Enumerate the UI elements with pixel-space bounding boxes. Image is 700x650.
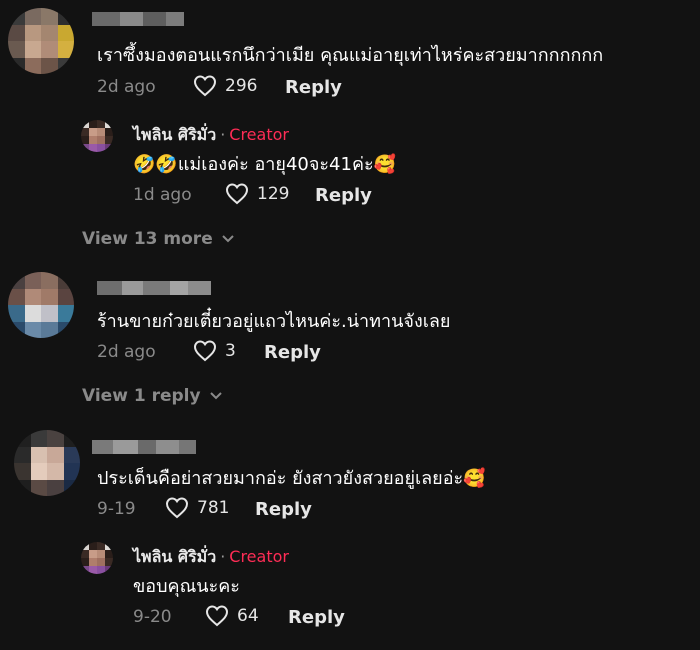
avatar[interactable] [8, 272, 74, 338]
reply-button[interactable]: Reply [264, 342, 321, 363]
heart-icon [165, 497, 189, 519]
view-more-replies-button[interactable]: View 13 more [82, 229, 235, 249]
reply-text: ขอบคุณนะคะ [133, 576, 240, 597]
like-count: 129 [257, 184, 290, 204]
heart-icon [205, 605, 229, 627]
creator-avatar[interactable] [81, 542, 113, 574]
reply-button[interactable]: Reply [285, 77, 342, 98]
reply-button[interactable]: Reply [255, 499, 312, 520]
creator-username[interactable]: ไพลิน ศิริมั่ว [133, 125, 216, 144]
comment-text: เราซึ้งมองตอนแรกนึกว่าเมีย คุณแม่อายุเท่… [97, 45, 604, 66]
username-blurred[interactable] [92, 12, 184, 26]
view-more-label: View 13 more [82, 229, 213, 249]
like-button[interactable]: 64 [205, 605, 259, 627]
blurred-avatar-image [8, 8, 74, 74]
chevron-down-icon [209, 392, 222, 400]
name-separator: · [220, 125, 226, 144]
creator-name-row: ไพลิน ศิริมั่ว · Creator [133, 123, 289, 148]
like-button[interactable]: 3 [193, 340, 236, 362]
heart-icon [193, 340, 217, 362]
reply-timestamp: 9-20 [133, 607, 172, 627]
heart-icon [225, 183, 249, 205]
like-button[interactable]: 781 [165, 497, 229, 519]
comments-panel: เราซึ้งมองตอนแรกนึกว่าเมีย คุณแม่อายุเท่… [0, 0, 700, 650]
reply-text: 🤣🤣แม่เองค่ะ อายุ40จะ41ค่ะ🥰 [133, 154, 397, 175]
blurred-avatar-image [14, 430, 80, 496]
avatar[interactable] [8, 8, 74, 74]
like-count: 296 [225, 76, 258, 96]
name-separator: · [220, 547, 226, 566]
comment-text: ประเด็นคือย่าสวยมากอ่ะ ยังสาวยังสวยอยู่เ… [97, 468, 486, 489]
comment-timestamp: 9-19 [97, 499, 136, 519]
view-more-label: View 1 reply [82, 386, 201, 406]
creator-username[interactable]: ไพลิน ศิริมั่ว [133, 547, 216, 566]
heart-icon [193, 75, 217, 97]
comment-timestamp: 2d ago [97, 342, 156, 362]
comment-timestamp: 2d ago [97, 77, 156, 97]
like-count: 781 [197, 498, 230, 518]
like-count: 64 [237, 606, 259, 626]
like-button[interactable]: 296 [193, 75, 257, 97]
username-blurred[interactable] [92, 440, 196, 454]
creator-badge: Creator [229, 547, 289, 566]
creator-avatar-image [81, 120, 113, 152]
avatar[interactable] [14, 430, 80, 496]
creator-badge: Creator [229, 125, 289, 144]
reply-timestamp: 1d ago [133, 185, 192, 205]
chevron-down-icon [222, 235, 234, 243]
comment-text: ร้านขายก๋วยเตี๋ยวอยู่แถวไหนค่ะ.น่าทานจัง… [97, 311, 451, 332]
view-more-replies-button[interactable]: View 1 reply [82, 386, 223, 406]
username-blurred[interactable] [97, 281, 211, 295]
reply-button[interactable]: Reply [315, 185, 372, 206]
creator-name-row: ไพลิน ศิริมั่ว · Creator [133, 545, 289, 570]
blurred-avatar-image [8, 272, 74, 338]
creator-avatar-image [81, 542, 113, 574]
reply-button[interactable]: Reply [288, 607, 345, 628]
creator-avatar[interactable] [81, 120, 113, 152]
like-button[interactable]: 129 [225, 183, 289, 205]
like-count: 3 [225, 341, 236, 361]
